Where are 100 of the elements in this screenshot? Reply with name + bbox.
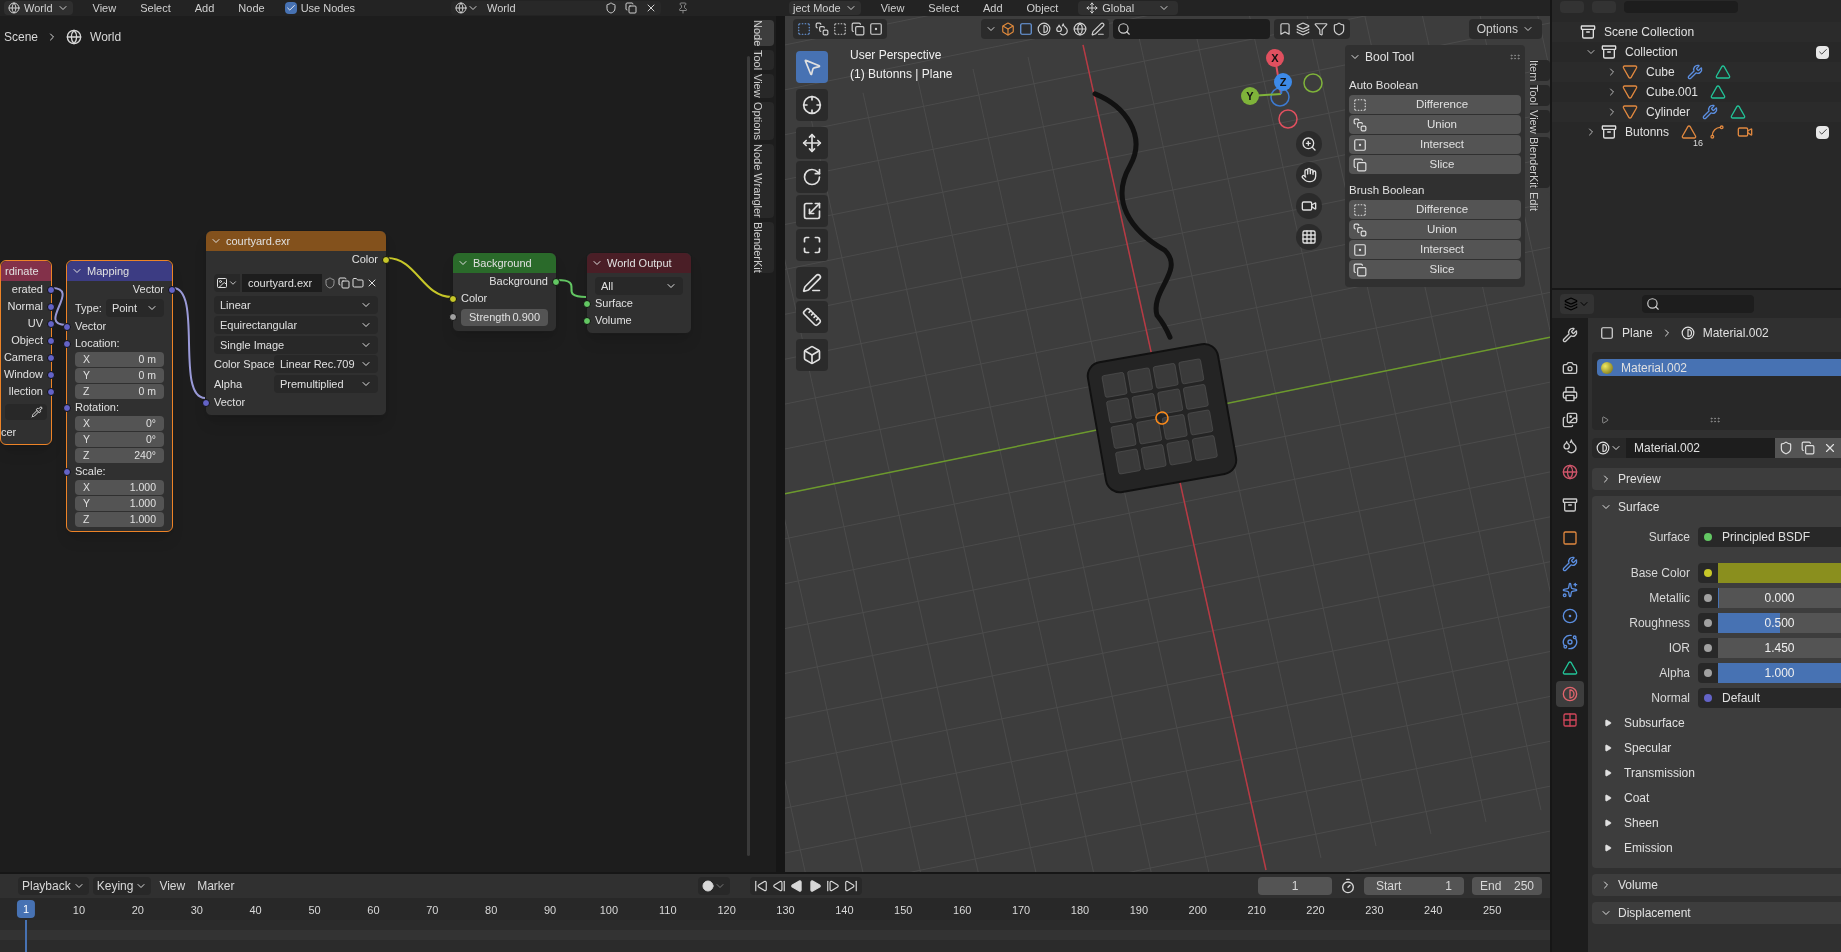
panel-title[interactable]: Bool Tool	[1365, 48, 1415, 66]
panel-header[interactable]: Surface	[1592, 496, 1841, 518]
breadcrumb-item[interactable]: Material.002	[1702, 324, 1769, 342]
panel-header[interactable]: Preview	[1592, 468, 1841, 490]
boolean-button[interactable]: Slice	[1349, 155, 1521, 174]
value-slider[interactable]: 0.000	[1718, 587, 1841, 608]
node[interactable]: rdinate erated Normal UV Object Camera Window llection cer	[0, 260, 52, 445]
number-field[interactable]: X 1.000	[75, 480, 164, 495]
sidebar-tab[interactable]: BlenderKit	[754, 221, 774, 273]
strength-field[interactable]: Strength 0.900	[461, 308, 548, 326]
number-field[interactable]: Y 1.000	[75, 496, 164, 511]
property-label: Metallic	[1648, 589, 1691, 607]
boolean-button[interactable]: Intersect	[1349, 240, 1521, 259]
subpanel-header[interactable]: Specular	[1592, 735, 1841, 760]
boolean-button[interactable]: Union	[1349, 220, 1521, 239]
boolean-button[interactable]: Slice	[1349, 260, 1521, 279]
subpanel-header[interactable]: Transmission	[1592, 760, 1841, 785]
sidebar-tab[interactable]: Edit	[1530, 192, 1550, 211]
frame-number: 70	[426, 903, 439, 918]
property-label: Base Color	[1629, 564, 1691, 582]
node[interactable]: courtyard.exr Color courtyard.exr Linear Equirectangular Single Image Color Space Linear Rec.709 Alpha Premultiplied Vector	[205, 230, 387, 416]
sidebar-tab[interactable]: Options	[754, 102, 774, 141]
end-frame-field[interactable]: End 250	[1472, 877, 1542, 895]
sidebar-tab[interactable]: View	[1530, 109, 1550, 134]
node-dropdown[interactable]: All	[595, 277, 683, 295]
boolean-button[interactable]: Difference	[1349, 95, 1521, 114]
tree-item[interactable]: Scene Collection	[1604, 23, 1695, 41]
menu-item[interactable]: View	[155, 877, 190, 895]
link-field[interactable]: Principled BSDF	[1718, 526, 1841, 547]
node[interactable]: Mapping Vector Type: Point Vector Location: X 0 m Y 0 m Z 0 m Rotation: X 0° Y 0° Z 240° Scale: X 1.000 Y 1.000 Z 1.000	[66, 260, 173, 532]
subpanel-header[interactable]: Coat	[1592, 785, 1841, 810]
material-slot[interactable]: Material.002	[1597, 359, 1841, 376]
shader-type-dropdown[interactable]: World	[4, 1, 73, 15]
tree-item[interactable]: Cube	[1646, 63, 1675, 81]
sidebar-tab[interactable]: Item	[1530, 60, 1550, 82]
menu-item[interactable]: Add	[978, 1, 1007, 15]
sidebar-tab[interactable]: Node Wrangler	[754, 144, 774, 218]
node[interactable]: World Output All Surface Volume	[586, 252, 692, 334]
socket-label: llection	[8, 384, 43, 400]
boolean-button[interactable]: Difference	[1349, 200, 1521, 219]
sidebar-tab[interactable]: Tool	[1530, 85, 1550, 106]
link-field[interactable]: Default	[1718, 687, 1841, 708]
sidebar-tab[interactable]: View	[754, 74, 774, 99]
node-dropdown[interactable]: Single Image	[214, 336, 378, 354]
menu-item[interactable]: View	[88, 1, 121, 15]
section-title: Auto Boolean	[1349, 78, 1420, 93]
sidebar-tab[interactable]: Tool	[754, 50, 774, 71]
image-name-field[interactable]: courtyard.exr	[242, 274, 322, 292]
value-slider[interactable]: 0.500	[1718, 612, 1841, 633]
breadcrumb-item[interactable]: World	[90, 28, 122, 46]
navigation-gizmo[interactable]: X Y Z	[1235, 41, 1330, 136]
tree-item[interactable]: Cube.001	[1646, 83, 1699, 101]
node-dropdown[interactable]: Linear	[214, 296, 378, 314]
tree-item[interactable]: Collection	[1625, 43, 1678, 61]
menu-item[interactable]: Select	[924, 1, 963, 15]
panel-header[interactable]: Volume	[1592, 874, 1841, 896]
axis-label: Y	[1246, 90, 1254, 102]
node-dropdown[interactable]: Equirectangular	[214, 316, 378, 334]
breadcrumb-item[interactable]: Plane	[1622, 324, 1653, 342]
playhead[interactable]: 1	[16, 900, 36, 918]
boolean-button[interactable]: Union	[1349, 115, 1521, 134]
number-field[interactable]: Z 1.000	[75, 512, 164, 527]
number-field[interactable]: Y 0 m	[75, 368, 164, 383]
panel-header[interactable]: Displacement	[1592, 902, 1841, 924]
node-dropdown[interactable]: Point	[105, 299, 164, 317]
tree-item[interactable]: Butonns	[1625, 123, 1670, 141]
menu-item[interactable]: Playback	[18, 877, 89, 895]
material-name-field[interactable]: Material.002	[1626, 438, 1775, 458]
number-field[interactable]: Z 240°	[75, 448, 164, 463]
boolean-button[interactable]: Intersect	[1349, 135, 1521, 154]
orientation-dropdown[interactable]: Global	[1078, 1, 1179, 15]
subpanel-header[interactable]: Emission	[1592, 835, 1841, 860]
menu-item[interactable]: Add	[190, 1, 219, 15]
menu-item[interactable]: Keying	[92, 877, 152, 895]
number-field[interactable]: X 0 m	[75, 352, 164, 367]
tree-item[interactable]: Cylinder	[1646, 103, 1690, 121]
sidebar-tab[interactable]: BlenderKit	[1530, 137, 1550, 188]
menu-item[interactable]: View	[876, 1, 909, 15]
mode-dropdown[interactable]: ject Mode	[789, 1, 861, 15]
menu-item[interactable]: Object	[1022, 1, 1063, 15]
menu-item[interactable]: Marker	[193, 877, 239, 895]
subpanel-header[interactable]: Subsurface	[1592, 710, 1841, 735]
subpanel-header[interactable]: Sheen	[1592, 810, 1841, 835]
start-frame-field[interactable]: Start 1	[1364, 877, 1464, 895]
number-field[interactable]: X 0°	[75, 416, 164, 431]
number-field[interactable]: Y 0°	[75, 432, 164, 447]
breadcrumb-item[interactable]: Scene	[4, 28, 39, 46]
menu-item[interactable]: Select	[136, 1, 175, 15]
node-dropdown[interactable]: Linear Rec.709	[274, 355, 378, 373]
axis-label: Z	[1279, 76, 1287, 88]
sidebar-tab[interactable]: Node	[754, 20, 774, 47]
value-slider[interactable]: 1.000	[1718, 662, 1841, 683]
node-dropdown[interactable]: Premultiplied	[274, 375, 378, 393]
node[interactable]: Background Background Color Strength 0.900	[452, 252, 557, 332]
options-button[interactable]: Options	[1468, 19, 1542, 39]
menu-item[interactable]: Node	[234, 1, 269, 15]
current-frame-field[interactable]: 1	[1258, 877, 1332, 895]
number-field[interactable]: Z 0 m	[75, 384, 164, 399]
world-field[interactable]: World	[451, 1, 662, 15]
number-field[interactable]: 1.450	[1718, 637, 1841, 658]
